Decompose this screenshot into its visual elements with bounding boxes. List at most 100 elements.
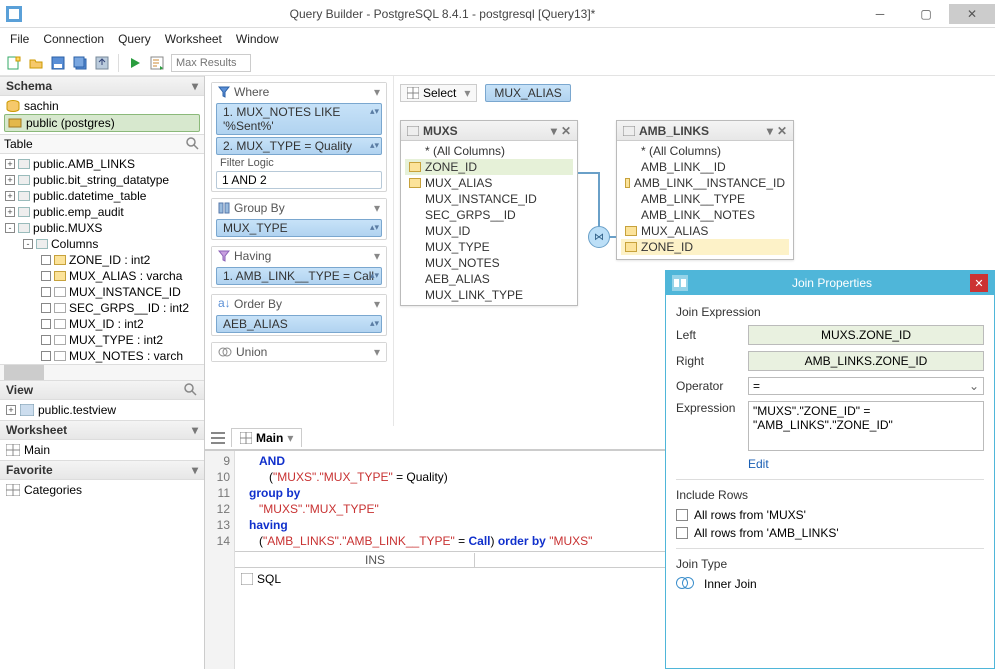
column-row[interactable] [621, 255, 789, 257]
having-header[interactable]: Having ▾ [212, 247, 386, 265]
select-field-pill[interactable]: MUX_ALIAS [485, 84, 570, 102]
close-icon[interactable]: ✕ [970, 274, 988, 292]
close-button[interactable]: ✕ [949, 4, 995, 24]
union-header[interactable]: Union ▾ [212, 343, 386, 361]
expand-icon[interactable]: - [23, 239, 33, 249]
column-row[interactable]: MUX_NOTES [405, 255, 573, 271]
close-icon[interactable]: ✕ [561, 124, 571, 138]
right-field[interactable]: AMB_LINKS.ZONE_ID [748, 351, 984, 371]
where-header[interactable]: Where ▾ [212, 83, 386, 101]
hamburger-icon[interactable] [211, 432, 225, 444]
column-row[interactable]: MUX_ID [405, 223, 573, 239]
table-window-title[interactable]: AMB_LINKS ▾✕ [617, 121, 793, 141]
save-icon[interactable] [50, 55, 66, 71]
tree-node[interactable]: MUX_TYPE : int2 [38, 332, 202, 348]
column-row[interactable]: AMB_LINK__TYPE [621, 191, 789, 207]
expand-icon[interactable] [41, 255, 51, 265]
export-icon[interactable] [94, 55, 110, 71]
column-row[interactable]: AMB_LINK__ID [621, 159, 789, 175]
column-row[interactable]: MUX_LINK_TYPE [405, 287, 573, 303]
tree-node[interactable]: -Columns [20, 236, 202, 252]
column-row[interactable]: MUX_INSTANCE_ID [405, 191, 573, 207]
table-window-muxs[interactable]: MUXS ▾✕ * (All Columns)ZONE_IDMUX_ALIASM… [400, 120, 578, 306]
tree-node[interactable]: +public.AMB_LINKS [2, 156, 202, 172]
max-results-input[interactable] [171, 54, 251, 72]
schema-header[interactable]: Schema ▾ [0, 76, 204, 96]
column-row[interactable]: ZONE_ID [621, 239, 789, 255]
favorite-item[interactable]: Categories [4, 482, 200, 498]
column-row[interactable]: ZONE_ID [405, 159, 573, 175]
close-icon[interactable]: ✕ [777, 124, 787, 138]
expand-icon[interactable]: - [5, 223, 15, 233]
tree-node[interactable]: MUX_ID : int2 [38, 316, 202, 332]
groupby-header[interactable]: Group By ▾ [212, 199, 386, 217]
include-right-checkbox[interactable]: All rows from 'AMB_LINKS' [676, 526, 984, 540]
column-row[interactable]: MUX_ALIAS [405, 175, 573, 191]
orderby-row[interactable]: AEB_ALIAS▴▾ [216, 315, 382, 333]
favorite-header[interactable]: Favorite ▾ [0, 460, 204, 480]
where-row-2[interactable]: 2. MUX_TYPE = Quality▴▾ [216, 137, 382, 155]
schema-db-selected[interactable]: public (postgres) [4, 114, 200, 132]
edit-link[interactable]: Edit [748, 457, 984, 471]
new-icon[interactable] [6, 55, 22, 71]
sql-tab-main[interactable]: Main ▾ [231, 428, 302, 447]
worksheet-item[interactable]: Main [4, 442, 200, 458]
menu-file[interactable]: File [10, 32, 29, 46]
tree-node[interactable]: -public.MUXS [2, 220, 202, 236]
maximize-button[interactable]: ▢ [903, 4, 949, 24]
column-row[interactable]: SEC_GRPS__ID [405, 207, 573, 223]
expand-icon[interactable]: + [5, 159, 15, 169]
minimize-button[interactable]: ─ [857, 4, 903, 24]
column-row[interactable]: * (All Columns) [621, 143, 789, 159]
expand-icon[interactable] [41, 351, 51, 361]
filter-logic-input[interactable]: 1 AND 2 [216, 171, 382, 189]
menu-window[interactable]: Window [236, 32, 279, 46]
column-row[interactable]: * (All Columns) [405, 143, 573, 159]
tree-node[interactable]: SEC_GRPS__ID : int2 [38, 300, 202, 316]
expand-icon[interactable] [41, 271, 51, 281]
table-window-title[interactable]: MUXS ▾✕ [401, 121, 577, 141]
search-icon[interactable] [184, 383, 198, 397]
expand-icon[interactable]: + [5, 207, 15, 217]
having-row[interactable]: 1. AMB_LINK__TYPE = Call▴▾ [216, 267, 382, 285]
view-item[interactable]: + public.testview [4, 402, 200, 418]
menu-query[interactable]: Query [118, 32, 151, 46]
schema-user[interactable]: sachin [4, 98, 200, 114]
menu-worksheet[interactable]: Worksheet [165, 32, 222, 46]
view-header[interactable]: View [0, 380, 204, 400]
tree-node[interactable]: MUX_INSTANCE_ID [38, 284, 202, 300]
save-all-icon[interactable] [72, 55, 88, 71]
chevron-down-icon[interactable]: ▾ [551, 124, 557, 138]
join-panel-title-bar[interactable]: Join Properties ✕ [666, 271, 994, 295]
table-window-amb-links[interactable]: AMB_LINKS ▾✕ * (All Columns)AMB_LINK__ID… [616, 120, 794, 260]
column-row[interactable]: AMB_LINK__INSTANCE_ID [621, 175, 789, 191]
tree-node[interactable]: MUX_ALIAS : varcha [38, 268, 202, 284]
table-tree[interactable]: +public.AMB_LINKS+public.bit_string_data… [0, 154, 204, 364]
expand-icon[interactable] [41, 303, 51, 313]
expand-icon[interactable] [41, 335, 51, 345]
search-icon[interactable] [186, 137, 200, 151]
run-script-icon[interactable] [149, 55, 165, 71]
operator-combo[interactable]: =⌄ [748, 377, 984, 395]
expand-icon[interactable] [41, 287, 51, 297]
column-row[interactable]: MUX_TYPE [405, 239, 573, 255]
menu-connection[interactable]: Connection [43, 32, 104, 46]
expand-icon[interactable]: + [5, 175, 15, 185]
groupby-row[interactable]: MUX_TYPE▴▾ [216, 219, 382, 237]
horizontal-scrollbar[interactable] [0, 364, 204, 380]
join-node[interactable]: ⋈ [588, 226, 610, 248]
include-left-checkbox[interactable]: All rows from 'MUXS' [676, 508, 984, 522]
column-row[interactable]: AMB_LINK__NOTES [621, 207, 789, 223]
orderby-header[interactable]: a↓z Order By ▾ [212, 295, 386, 313]
where-row-1[interactable]: 1. MUX_NOTES LIKE '%Sent%'▴▾ [216, 103, 382, 135]
worksheet-header[interactable]: Worksheet ▾ [0, 420, 204, 440]
tree-node[interactable]: +public.datetime_table [2, 188, 202, 204]
expression-field[interactable]: "MUXS"."ZONE_ID" = "AMB_LINKS"."ZONE_ID" [748, 401, 984, 451]
expand-icon[interactable] [41, 319, 51, 329]
expand-icon[interactable]: + [5, 191, 15, 201]
expand-icon[interactable]: + [6, 405, 16, 415]
tree-node[interactable]: +public.emp_audit [2, 204, 202, 220]
tree-node[interactable]: +public.bit_string_datatype [2, 172, 202, 188]
column-row[interactable]: MUX_ALIAS [621, 223, 789, 239]
column-row[interactable]: AEB_ALIAS [405, 271, 573, 287]
